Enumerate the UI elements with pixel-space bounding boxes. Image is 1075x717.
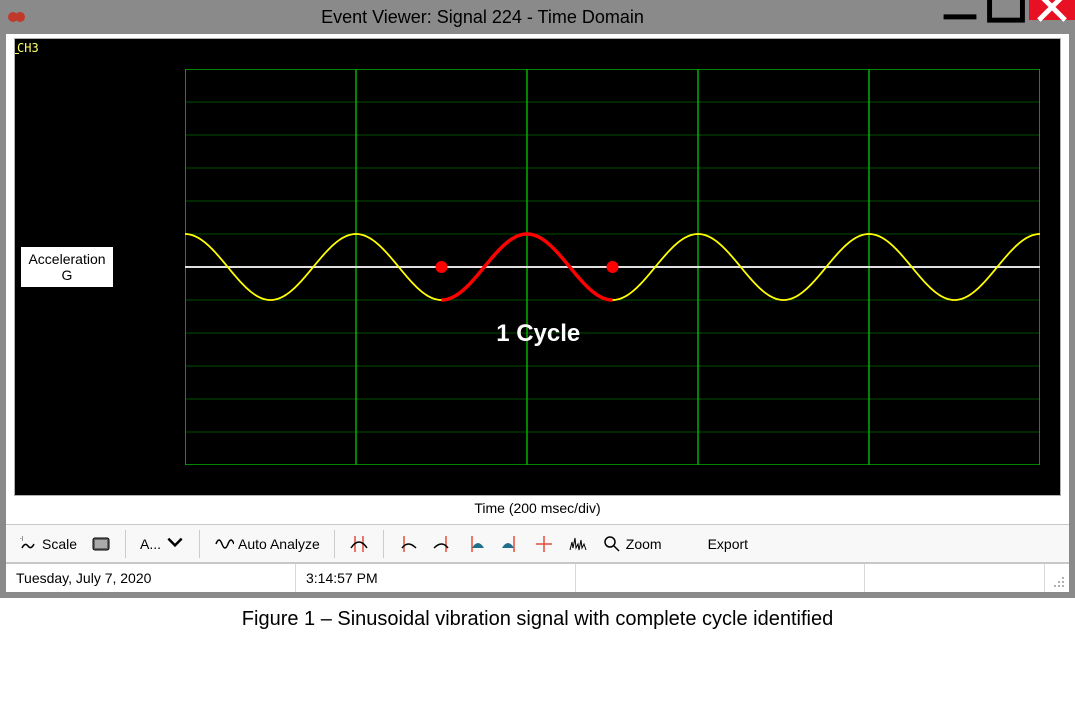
crosshair-icon bbox=[534, 534, 554, 554]
scale-icon: -| bbox=[18, 534, 38, 554]
status-time: 3:14:57 PM bbox=[296, 564, 576, 592]
grip-icon bbox=[1051, 574, 1065, 588]
cursor-left-button[interactable] bbox=[392, 531, 424, 557]
cursor-right-icon bbox=[432, 534, 452, 554]
a-label: A... bbox=[140, 536, 161, 552]
a-dropdown[interactable]: A... bbox=[134, 529, 191, 558]
chevron-down-icon bbox=[165, 532, 185, 555]
plot-panel: CH3 Acceleration G -6-5-4-3-2-10123456 1… bbox=[6, 34, 1069, 524]
spectrum-button[interactable] bbox=[562, 531, 594, 557]
status-date: Tuesday, July 7, 2020 bbox=[6, 564, 296, 592]
y-axis-label-line1: Acceleration bbox=[28, 251, 105, 267]
cursor-right-button[interactable] bbox=[426, 531, 458, 557]
x-axis-ticks: 0 1000 bbox=[185, 472, 1040, 487]
fill-left-button[interactable] bbox=[460, 531, 492, 557]
minimize-button[interactable] bbox=[937, 0, 983, 20]
view-mode-button[interactable] bbox=[85, 531, 117, 557]
fill-left-icon bbox=[466, 534, 486, 554]
export-label: Export bbox=[708, 536, 748, 552]
channel-tick bbox=[15, 53, 19, 54]
zoom-label: Zoom bbox=[626, 536, 662, 552]
crosshair-button[interactable] bbox=[528, 531, 560, 557]
channel-label: CH3 bbox=[17, 41, 39, 55]
close-icon bbox=[1029, 0, 1075, 30]
auto-analyze-label: Auto Analyze bbox=[238, 536, 320, 552]
app-icon bbox=[8, 10, 28, 24]
y-axis-ticks: -6-5-4-3-2-10123456 bbox=[155, 69, 183, 467]
auto-analyze-button[interactable]: Auto Analyze bbox=[208, 531, 326, 557]
y-axis-label: Acceleration G bbox=[21, 247, 113, 287]
app-window: Event Viewer: Signal 224 - Time Domain bbox=[0, 0, 1075, 598]
fill-right-button[interactable] bbox=[494, 531, 526, 557]
zoom-button[interactable]: Zoom bbox=[596, 531, 668, 557]
plot-area[interactable]: 1 Cycle bbox=[185, 69, 1040, 465]
window-title: Event Viewer: Signal 224 - Time Domain bbox=[28, 7, 937, 28]
waveform-icon bbox=[214, 534, 234, 554]
cursor-peak-icon bbox=[349, 534, 369, 554]
x-max: 1000 bbox=[1011, 472, 1040, 487]
minimize-icon bbox=[937, 0, 983, 30]
close-button[interactable] bbox=[1029, 0, 1075, 20]
magnifier-icon bbox=[602, 534, 622, 554]
plot-box: CH3 Acceleration G -6-5-4-3-2-10123456 1… bbox=[14, 38, 1061, 496]
cursor-peak-button[interactable] bbox=[343, 531, 375, 557]
scale-label: Scale bbox=[42, 536, 77, 552]
maximize-button[interactable] bbox=[983, 0, 1029, 20]
view-mode-icon bbox=[91, 534, 111, 554]
status-empty-1 bbox=[576, 564, 865, 592]
scale-button[interactable]: -| Scale bbox=[12, 531, 83, 557]
y-axis-label-line2: G bbox=[62, 267, 73, 283]
status-bar: Tuesday, July 7, 2020 3:14:57 PM bbox=[6, 563, 1069, 592]
x-axis-label: Time (200 msec/div) bbox=[14, 496, 1061, 522]
figure-caption: Figure 1 – Sinusoidal vibration signal w… bbox=[0, 598, 1075, 635]
toolbar: -| Scale A... Auto An bbox=[6, 524, 1069, 563]
title-bar[interactable]: Event Viewer: Signal 224 - Time Domain bbox=[0, 0, 1075, 34]
status-empty-2 bbox=[865, 564, 1045, 592]
svg-text:-|: -| bbox=[20, 536, 23, 542]
resize-grip[interactable] bbox=[1045, 564, 1069, 592]
x-min: 0 bbox=[185, 472, 192, 487]
maximize-icon bbox=[983, 0, 1029, 30]
export-button[interactable]: Export bbox=[702, 533, 754, 555]
fill-right-icon bbox=[500, 534, 520, 554]
cursor-left-icon bbox=[398, 534, 418, 554]
spectrum-icon bbox=[568, 534, 588, 554]
cycle-annotation: 1 Cycle bbox=[496, 320, 580, 348]
